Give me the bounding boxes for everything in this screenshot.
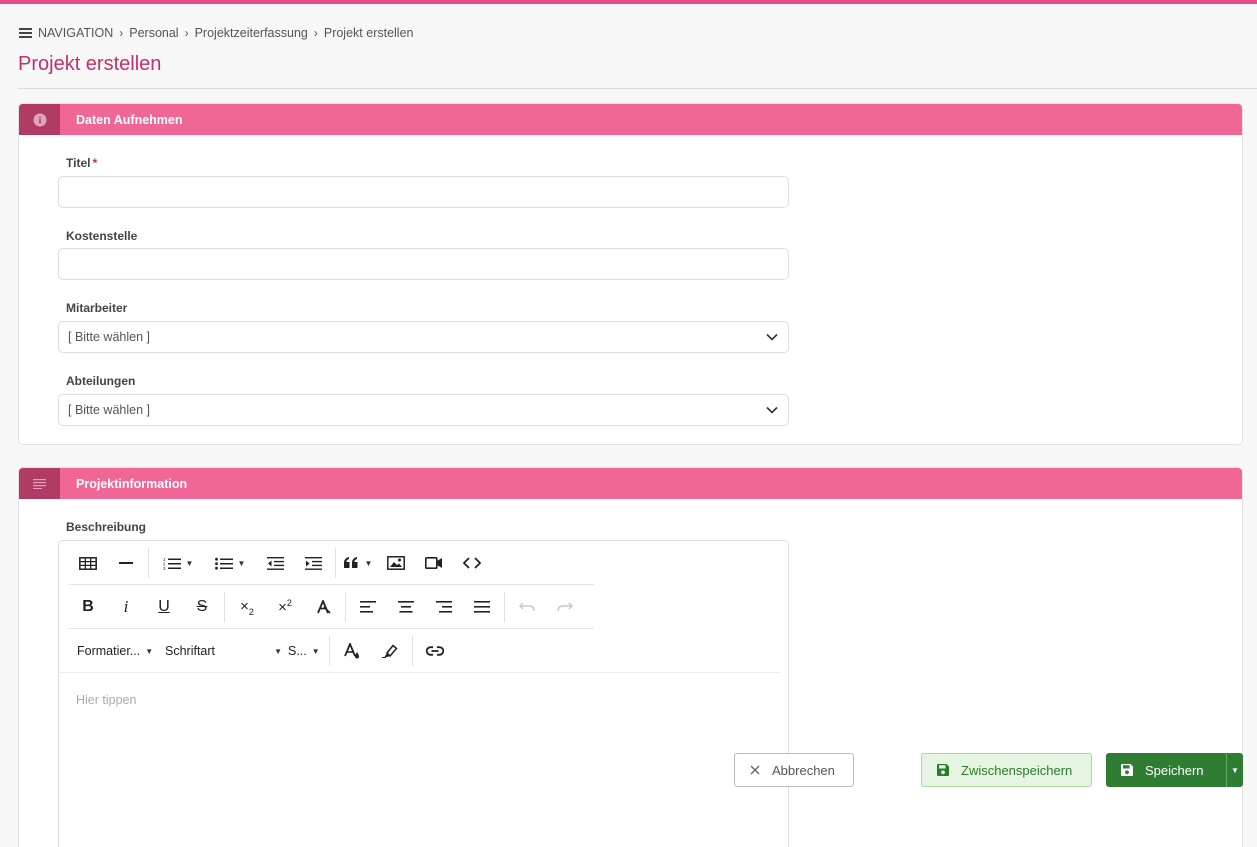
draft-save-button[interactable]: Zwischenspeichern: [921, 753, 1092, 787]
text-color-icon[interactable]: [333, 635, 371, 667]
toolbar-separator: [329, 636, 330, 666]
cost-center-label: Kostenstelle: [66, 229, 138, 243]
horizontal-rule-icon[interactable]: [107, 547, 145, 579]
toolbar-separator: [504, 592, 505, 622]
breadcrumb-personal[interactable]: Personal: [129, 26, 178, 40]
info-icon: [19, 104, 60, 135]
outdent-icon[interactable]: [256, 547, 294, 579]
breadcrumb-projektzeiterfassung[interactable]: Projektzeiterfassung: [195, 26, 308, 40]
align-left-icon[interactable]: [349, 591, 387, 623]
panel-title: Projektinformation: [76, 476, 188, 491]
floppy-disk-icon: [1121, 764, 1133, 776]
ordered-list-icon[interactable]: 123 ▼: [152, 547, 204, 579]
bold-icon[interactable]: B: [69, 591, 107, 623]
link-icon[interactable]: [416, 635, 454, 667]
panel-header: Daten Aufnehmen: [19, 104, 1242, 135]
chevron-down-icon: [766, 406, 778, 414]
toolbar-separator: [224, 592, 225, 622]
breadcrumb-current: Projekt erstellen: [323, 26, 414, 40]
employee-select[interactable]: [ Bitte wählen ]: [58, 321, 789, 353]
description-label: Beschreibung: [66, 520, 147, 534]
breadcrumb: NAVIGATION › Personal › Projektzeiterfas…: [19, 25, 413, 41]
panel-daten-aufnehmen: Daten Aufnehmen Titel * Kostenstelle Mita…: [18, 103, 1243, 445]
chevron-right-icon: ›: [313, 26, 318, 40]
cost-center-input[interactable]: [58, 248, 789, 280]
breadcrumb-navigation[interactable]: NAVIGATION: [38, 26, 113, 40]
image-icon[interactable]: [377, 547, 415, 579]
video-icon[interactable]: [415, 547, 453, 579]
align-right-icon[interactable]: [425, 591, 463, 623]
toolbar-bottom-divider: [59, 672, 781, 673]
font-size-dropdown[interactable]: S... ▼: [288, 635, 326, 667]
redo-icon[interactable]: [546, 591, 584, 623]
caret-down-icon: ▼: [274, 646, 282, 656]
departments-select[interactable]: [ Bitte wählen ]: [58, 394, 789, 426]
undo-icon[interactable]: [508, 591, 546, 623]
superscript-icon[interactable]: ×2: [266, 591, 304, 623]
unordered-list-icon[interactable]: ▼: [204, 547, 256, 579]
panel-header: Projektinformation: [19, 468, 1242, 499]
save-button[interactable]: Speichern: [1106, 753, 1226, 787]
save-options-dropdown[interactable]: ▼: [1226, 753, 1243, 787]
highlight-icon[interactable]: [371, 635, 409, 667]
chevron-down-icon: [766, 333, 778, 341]
description-editor: 123 ▼ ▼ ▼ B i U S ×2 ×2 Formatier... ▼ S…: [58, 540, 789, 847]
align-justify-icon[interactable]: [463, 591, 501, 623]
toolbar-separator: [345, 592, 346, 622]
toolbar-separator: [335, 548, 336, 578]
menu-icon[interactable]: [19, 28, 32, 38]
clear-format-icon[interactable]: [304, 591, 342, 623]
strikethrough-icon[interactable]: S: [183, 591, 221, 623]
text-lines-icon: [19, 468, 60, 499]
align-center-icon[interactable]: [387, 591, 425, 623]
indent-icon[interactable]: [294, 547, 332, 579]
close-icon: [750, 765, 760, 775]
title-input[interactable]: [58, 176, 789, 208]
toolbar-row-3: Formatier... ▼ Schriftart ▼ S... ▼: [59, 629, 454, 673]
editor-placeholder[interactable]: Hier tippen: [76, 693, 136, 707]
panel-title: Daten Aufnehmen: [76, 112, 183, 127]
italic-icon[interactable]: i: [107, 591, 145, 623]
departments-label: Abteilungen: [66, 374, 136, 388]
floppy-disk-icon: [937, 764, 949, 776]
chevron-right-icon: ›: [119, 26, 124, 40]
top-accent-bar: [0, 0, 1257, 4]
toolbar-row-1: 123 ▼ ▼ ▼: [59, 541, 491, 585]
underline-icon[interactable]: U: [145, 591, 183, 623]
title-label: Titel *: [66, 156, 98, 170]
table-icon[interactable]: [69, 547, 107, 579]
employee-select-value: [ Bitte wählen ]: [68, 330, 150, 344]
chevron-right-icon: ›: [184, 26, 189, 40]
cancel-button[interactable]: Abbrechen: [734, 753, 854, 787]
employee-label: Mitarbeiter: [66, 301, 128, 315]
format-dropdown[interactable]: Formatier... ▼: [77, 635, 165, 667]
code-view-icon[interactable]: [453, 547, 491, 579]
panel-projektinformation: Projektinformation Beschreibung 123 ▼ ▼: [18, 467, 1243, 847]
caret-down-icon: ▼: [145, 646, 154, 656]
toolbar-row-2: B i U S ×2 ×2: [59, 585, 584, 629]
subscript-icon[interactable]: ×2: [228, 591, 266, 623]
blockquote-icon[interactable]: ▼: [339, 547, 377, 579]
font-dropdown[interactable]: Schriftart ▼: [165, 635, 288, 667]
caret-down-icon: ▼: [311, 646, 320, 656]
toolbar-separator: [148, 548, 149, 578]
page-title: Projekt erstellen: [18, 53, 162, 75]
svg-text:3: 3: [163, 566, 166, 570]
title-divider: [18, 88, 1257, 89]
caret-down-icon: ▼: [1231, 765, 1239, 775]
departments-select-value: [ Bitte wählen ]: [68, 403, 150, 417]
toolbar-separator: [412, 636, 413, 666]
